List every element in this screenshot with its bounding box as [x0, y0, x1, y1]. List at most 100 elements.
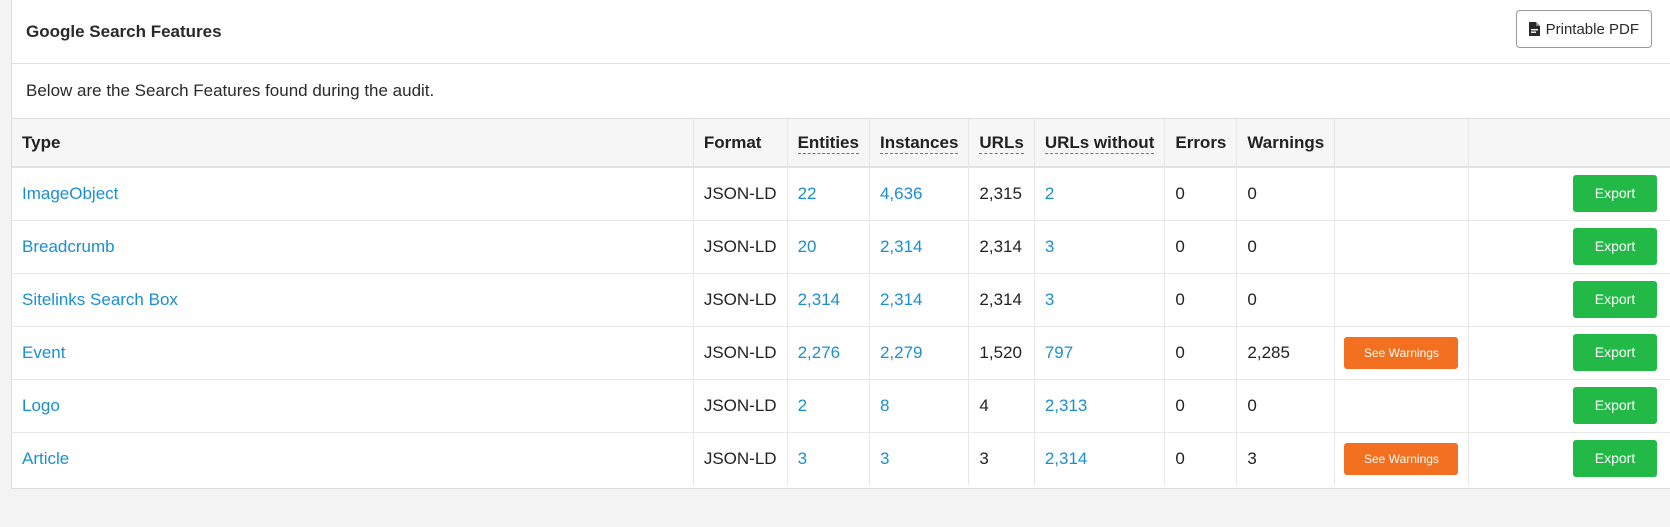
table-row: Article JSON-LD 3 3 3 2,314 0 3 See Warnings Expo…	[12, 432, 1670, 485]
warnings-cell-value: 0	[1247, 289, 1257, 309]
entities-cell[interactable]: 2	[787, 379, 870, 433]
export-button[interactable]: Export	[1573, 334, 1657, 371]
warnings-action-cell: See Warnings	[1334, 432, 1469, 485]
warnings-cell: 0	[1236, 220, 1336, 274]
entities-cell-value[interactable]: 22	[798, 184, 817, 203]
urls-without-cell[interactable]: 797	[1034, 326, 1166, 380]
urls-cell-value: 3	[979, 448, 989, 468]
type-cell[interactable]: Sitelinks Search Box	[12, 273, 694, 327]
column-header-format: Format	[693, 119, 788, 168]
panel-header: Google Search Features Printable PDF	[12, 0, 1670, 64]
urls-cell-value: 1,520	[979, 342, 1022, 362]
urls-without-cell-value[interactable]: 3	[1045, 290, 1054, 309]
type-cell-value[interactable]: Sitelinks Search Box	[22, 290, 178, 309]
type-cell-value[interactable]: ImageObject	[22, 184, 118, 203]
warnings-action-cell: See Warnings	[1334, 326, 1469, 380]
see-warnings-button[interactable]: See Warnings	[1344, 442, 1459, 475]
column-header-warnings: Warnings	[1236, 119, 1336, 168]
instances-cell-value[interactable]: 2,314	[880, 237, 923, 256]
urls-without-cell-value[interactable]: 797	[1045, 343, 1073, 362]
urls-without-cell[interactable]: 2,313	[1034, 379, 1166, 433]
instances-cell[interactable]: 2,314	[869, 273, 970, 327]
instances-cell-value[interactable]: 8	[880, 396, 889, 415]
format-cell-value: JSON-LD	[703, 289, 777, 309]
urls-without-cell-value[interactable]: 3	[1045, 237, 1054, 256]
instances-cell[interactable]: 4,636	[869, 167, 970, 221]
type-cell[interactable]: Article	[12, 432, 694, 485]
format-cell: JSON-LD	[693, 273, 788, 327]
urls-without-cell-value[interactable]: 2,314	[1045, 449, 1088, 468]
type-cell-value[interactable]: Breadcrumb	[22, 237, 115, 256]
entities-cell-value[interactable]: 2	[798, 396, 807, 415]
entities-cell-value[interactable]: 3	[798, 449, 807, 468]
export-button[interactable]: Export	[1573, 440, 1657, 478]
entities-cell-value[interactable]: 2,314	[798, 290, 841, 309]
urls-cell: 2,315	[968, 167, 1035, 221]
file-pdf-icon	[1528, 22, 1540, 36]
warnings-action-cell	[1334, 167, 1469, 221]
type-cell-value[interactable]: Logo	[22, 396, 60, 415]
warnings-cell: 2,285	[1236, 326, 1336, 380]
entities-cell-value[interactable]: 20	[798, 237, 817, 256]
type-cell-value[interactable]: Event	[22, 343, 65, 362]
urls-without-cell[interactable]: 2,314	[1034, 432, 1166, 485]
export-button[interactable]: Export	[1573, 281, 1657, 318]
table-row: Logo JSON-LD 2 8 4 2,313 0 0 Export	[12, 379, 1670, 433]
export-button[interactable]: Export	[1573, 387, 1657, 424]
export-button[interactable]: Export	[1573, 175, 1657, 213]
see-warnings-button[interactable]: See Warnings	[1344, 336, 1459, 369]
column-header-instances[interactable]: Instances	[869, 119, 970, 168]
instances-cell[interactable]: 2,279	[869, 326, 970, 380]
instances-cell-value[interactable]: 4,636	[880, 184, 923, 203]
export-action-cell: Export	[1468, 326, 1670, 380]
table-body: ImageObject JSON-LD 22 4,636 2,315 2 0 0 Export B…	[12, 167, 1670, 485]
urls-without-cell-value[interactable]: 2	[1045, 184, 1054, 203]
export-action-cell: Export	[1468, 220, 1670, 274]
entities-cell-value[interactable]: 2,276	[798, 343, 841, 362]
format-cell-value: JSON-LD	[703, 236, 777, 256]
urls-without-cell[interactable]: 3	[1034, 273, 1166, 327]
column-header-urls[interactable]: URLs	[968, 119, 1035, 168]
urls-without-cell[interactable]: 3	[1034, 220, 1166, 274]
warnings-cell-value: 0	[1247, 183, 1257, 203]
export-button[interactable]: Export	[1573, 228, 1657, 265]
panel-title: Google Search Features	[26, 22, 222, 41]
instances-cell-value[interactable]: 2,279	[880, 343, 923, 362]
column-header-entities[interactable]: Entities	[787, 119, 870, 168]
type-cell[interactable]: ImageObject	[12, 167, 694, 221]
errors-cell-value: 0	[1175, 448, 1185, 468]
type-cell[interactable]: Breadcrumb	[12, 220, 694, 274]
instances-cell[interactable]: 2,314	[869, 220, 970, 274]
errors-cell-value: 0	[1175, 236, 1185, 256]
type-cell-value[interactable]: Article	[22, 449, 69, 468]
urls-without-cell-value[interactable]: 2,313	[1045, 396, 1088, 415]
errors-cell: 0	[1164, 167, 1238, 221]
type-cell[interactable]: Logo	[12, 379, 694, 433]
export-action-cell: Export	[1468, 273, 1670, 327]
errors-cell: 0	[1164, 220, 1238, 274]
printable-pdf-label: Printable PDF	[1545, 20, 1639, 38]
export-action-cell: Export	[1468, 167, 1670, 221]
intro-text: Below are the Search Features found duri…	[26, 81, 435, 100]
urls-cell-value: 4	[979, 395, 989, 415]
instances-cell-value[interactable]: 3	[880, 449, 889, 468]
entities-cell[interactable]: 2,276	[787, 326, 870, 380]
errors-cell: 0	[1164, 432, 1238, 485]
instances-cell[interactable]: 3	[869, 432, 970, 485]
column-header-urls-without[interactable]: URLs without	[1034, 119, 1166, 168]
entities-cell[interactable]: 2,314	[787, 273, 870, 327]
entities-cell[interactable]: 22	[787, 167, 870, 221]
search-features-panel: Google Search Features Printable PDF Bel…	[11, 0, 1670, 489]
entities-cell[interactable]: 20	[787, 220, 870, 274]
printable-pdf-button[interactable]: Printable PDF	[1515, 10, 1652, 48]
column-header-warnings-action	[1334, 119, 1469, 168]
errors-cell-value: 0	[1175, 289, 1185, 309]
urls-cell: 2,314	[968, 273, 1035, 327]
instances-cell[interactable]: 8	[869, 379, 970, 433]
instances-cell-value[interactable]: 2,314	[880, 290, 923, 309]
errors-cell: 0	[1164, 273, 1238, 327]
type-cell[interactable]: Event	[12, 326, 694, 380]
urls-cell: 3	[968, 432, 1035, 485]
urls-without-cell[interactable]: 2	[1034, 167, 1166, 221]
entities-cell[interactable]: 3	[787, 432, 870, 485]
